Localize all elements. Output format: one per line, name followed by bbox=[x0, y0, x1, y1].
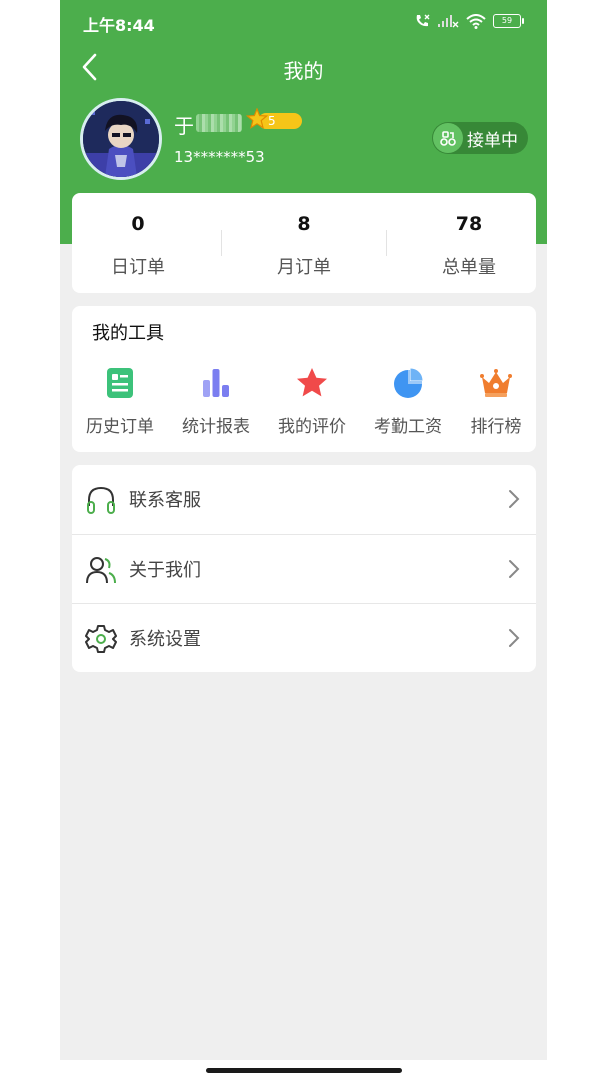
stat-value: 8 bbox=[297, 213, 311, 235]
tool-label: 历史订单 bbox=[86, 417, 154, 437]
tool-statistics[interactable]: 统计报表 bbox=[168, 366, 264, 437]
accepting-orders-label: 接单中 bbox=[467, 130, 518, 151]
settings-icon bbox=[85, 625, 117, 653]
chevron-right-icon bbox=[509, 629, 520, 647]
chevron-right-icon bbox=[509, 560, 520, 578]
status-icons: 59 bbox=[414, 13, 524, 29]
pie-chart-icon bbox=[394, 367, 424, 398]
signal-icon bbox=[438, 15, 459, 28]
courier-icon bbox=[433, 123, 463, 153]
status-time: 上午8:44 bbox=[83, 16, 155, 35]
page-title: 我的 bbox=[283, 59, 324, 83]
tool-attendance-salary[interactable]: 考勤工资 bbox=[360, 366, 456, 437]
menu-item-about-us[interactable]: 关于我们 bbox=[72, 535, 536, 604]
wifi-icon bbox=[466, 13, 486, 29]
my-tools-card: 我的工具 历史订单 统计报表 我的评价 考勤工资 排行榜 bbox=[72, 306, 536, 452]
menu-label: 系统设置 bbox=[129, 629, 201, 650]
accepting-orders-toggle[interactable]: 接单中 bbox=[432, 122, 528, 154]
stat-value: 0 bbox=[131, 213, 145, 235]
avatar-image bbox=[83, 101, 159, 177]
tool-my-reviews[interactable]: 我的评价 bbox=[264, 366, 360, 437]
battery-icon: 59 bbox=[493, 14, 524, 28]
order-stats-card: 0 日订单 8 月订单 78 总单量 bbox=[72, 193, 536, 293]
menu-item-contact-support[interactable]: 联系客服 bbox=[72, 465, 536, 534]
star-badge-icon bbox=[246, 108, 268, 129]
app-screen: 上午8:44 59 我的 于 5 13*******53 接单中 0 日订单 8… bbox=[60, 0, 547, 1060]
home-indicator[interactable] bbox=[206, 1068, 402, 1073]
stat-divider bbox=[386, 230, 387, 256]
chevron-right-icon bbox=[509, 490, 520, 508]
level-badge: 5 bbox=[246, 108, 302, 130]
tool-order-history[interactable]: 历史订单 bbox=[72, 366, 168, 437]
user-name: 于 bbox=[174, 114, 194, 138]
level-number: 5 bbox=[268, 114, 276, 128]
headphones-icon bbox=[87, 486, 115, 514]
settings-menu: 联系客服 关于我们 系统设置 bbox=[72, 465, 536, 672]
battery-level: 59 bbox=[501, 16, 513, 25]
tool-label: 考勤工资 bbox=[374, 417, 442, 437]
crown-icon bbox=[480, 369, 512, 397]
masked-name bbox=[196, 114, 242, 132]
menu-label: 关于我们 bbox=[129, 560, 201, 581]
stat-label: 总单量 bbox=[442, 257, 496, 278]
phone-number: 13*******53 bbox=[174, 148, 265, 166]
bar-chart-icon bbox=[203, 369, 229, 397]
tool-label: 统计报表 bbox=[182, 417, 250, 437]
order-history-icon bbox=[107, 368, 133, 398]
stat-label: 日订单 bbox=[111, 257, 165, 278]
tool-label: 我的评价 bbox=[278, 417, 346, 437]
tool-leaderboard[interactable]: 排行榜 bbox=[448, 366, 544, 437]
users-icon bbox=[86, 557, 116, 584]
stat-label: 月订单 bbox=[277, 257, 331, 278]
call-icon bbox=[416, 14, 430, 27]
stat-value: 78 bbox=[455, 213, 483, 235]
tools-title: 我的工具 bbox=[92, 323, 164, 344]
star-icon bbox=[297, 368, 327, 397]
menu-label: 联系客服 bbox=[129, 490, 201, 511]
stat-divider bbox=[221, 230, 222, 256]
avatar[interactable] bbox=[80, 98, 162, 180]
tool-label: 排行榜 bbox=[470, 417, 522, 437]
menu-item-system-settings[interactable]: 系统设置 bbox=[72, 604, 536, 673]
